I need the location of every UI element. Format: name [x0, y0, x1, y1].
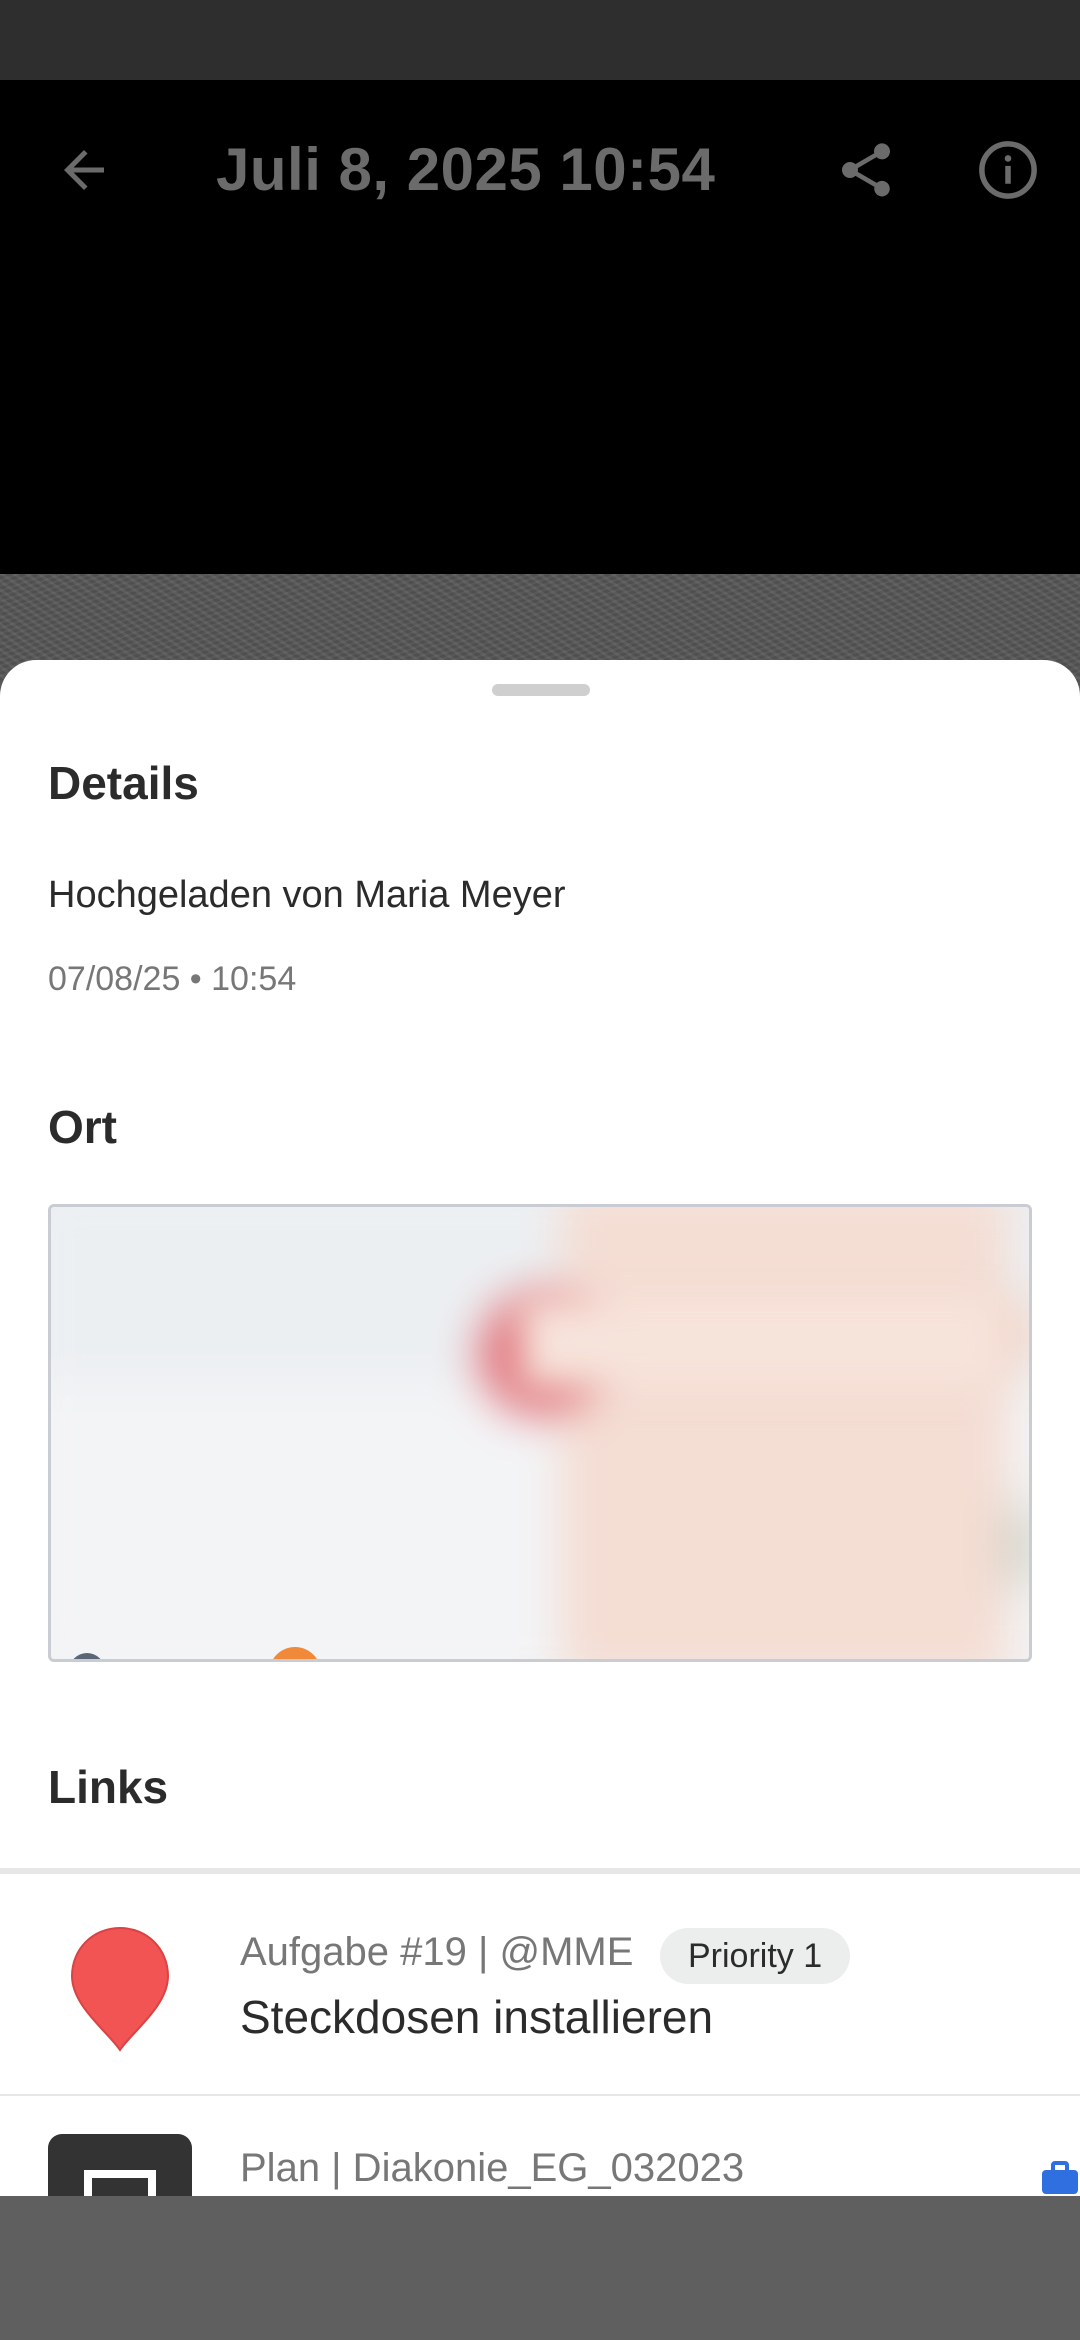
- arrow-back-icon[interactable]: [48, 134, 120, 206]
- info-icon[interactable]: [970, 132, 1046, 208]
- location-map[interactable]: [48, 1204, 1032, 1662]
- drag-handle[interactable]: [492, 684, 590, 696]
- briefcase-icon: [1040, 2160, 1080, 2196]
- link-item-subtitle: Plan | Diakonie_EG_032023: [240, 2146, 745, 2190]
- uploaded-by-text: Hochgeladen von Maria Meyer: [48, 874, 566, 916]
- details-heading: Details: [48, 757, 199, 809]
- plan-thumbnail-icon: [48, 2134, 192, 2230]
- map-pin-icon: [68, 1924, 172, 2054]
- map-road: [520, 1297, 1000, 1388]
- location-heading: Ort: [48, 1101, 117, 1153]
- share-icon[interactable]: [828, 132, 904, 208]
- screen: Juli 8, 2025 10:54 Details Hochgeladen v…: [0, 0, 1080, 2340]
- page-title: Juli 8, 2025 10:54: [216, 136, 716, 203]
- link-item-subtitle: Aufgabe #19 | @MME: [240, 1930, 634, 1974]
- links-heading: Links: [48, 1761, 169, 1813]
- link-item-title: Steckdosen installieren: [240, 1991, 714, 2043]
- upload-date: 07/08/25 • 10:54: [48, 960, 297, 998]
- priority-badge: Priority 1: [660, 1928, 851, 1984]
- top-app-bar: Juli 8, 2025 10:54: [0, 80, 1080, 574]
- status-bar: [0, 0, 1080, 80]
- map-tiles: [51, 1207, 1029, 1659]
- bottom-scrim: [0, 2196, 1080, 2340]
